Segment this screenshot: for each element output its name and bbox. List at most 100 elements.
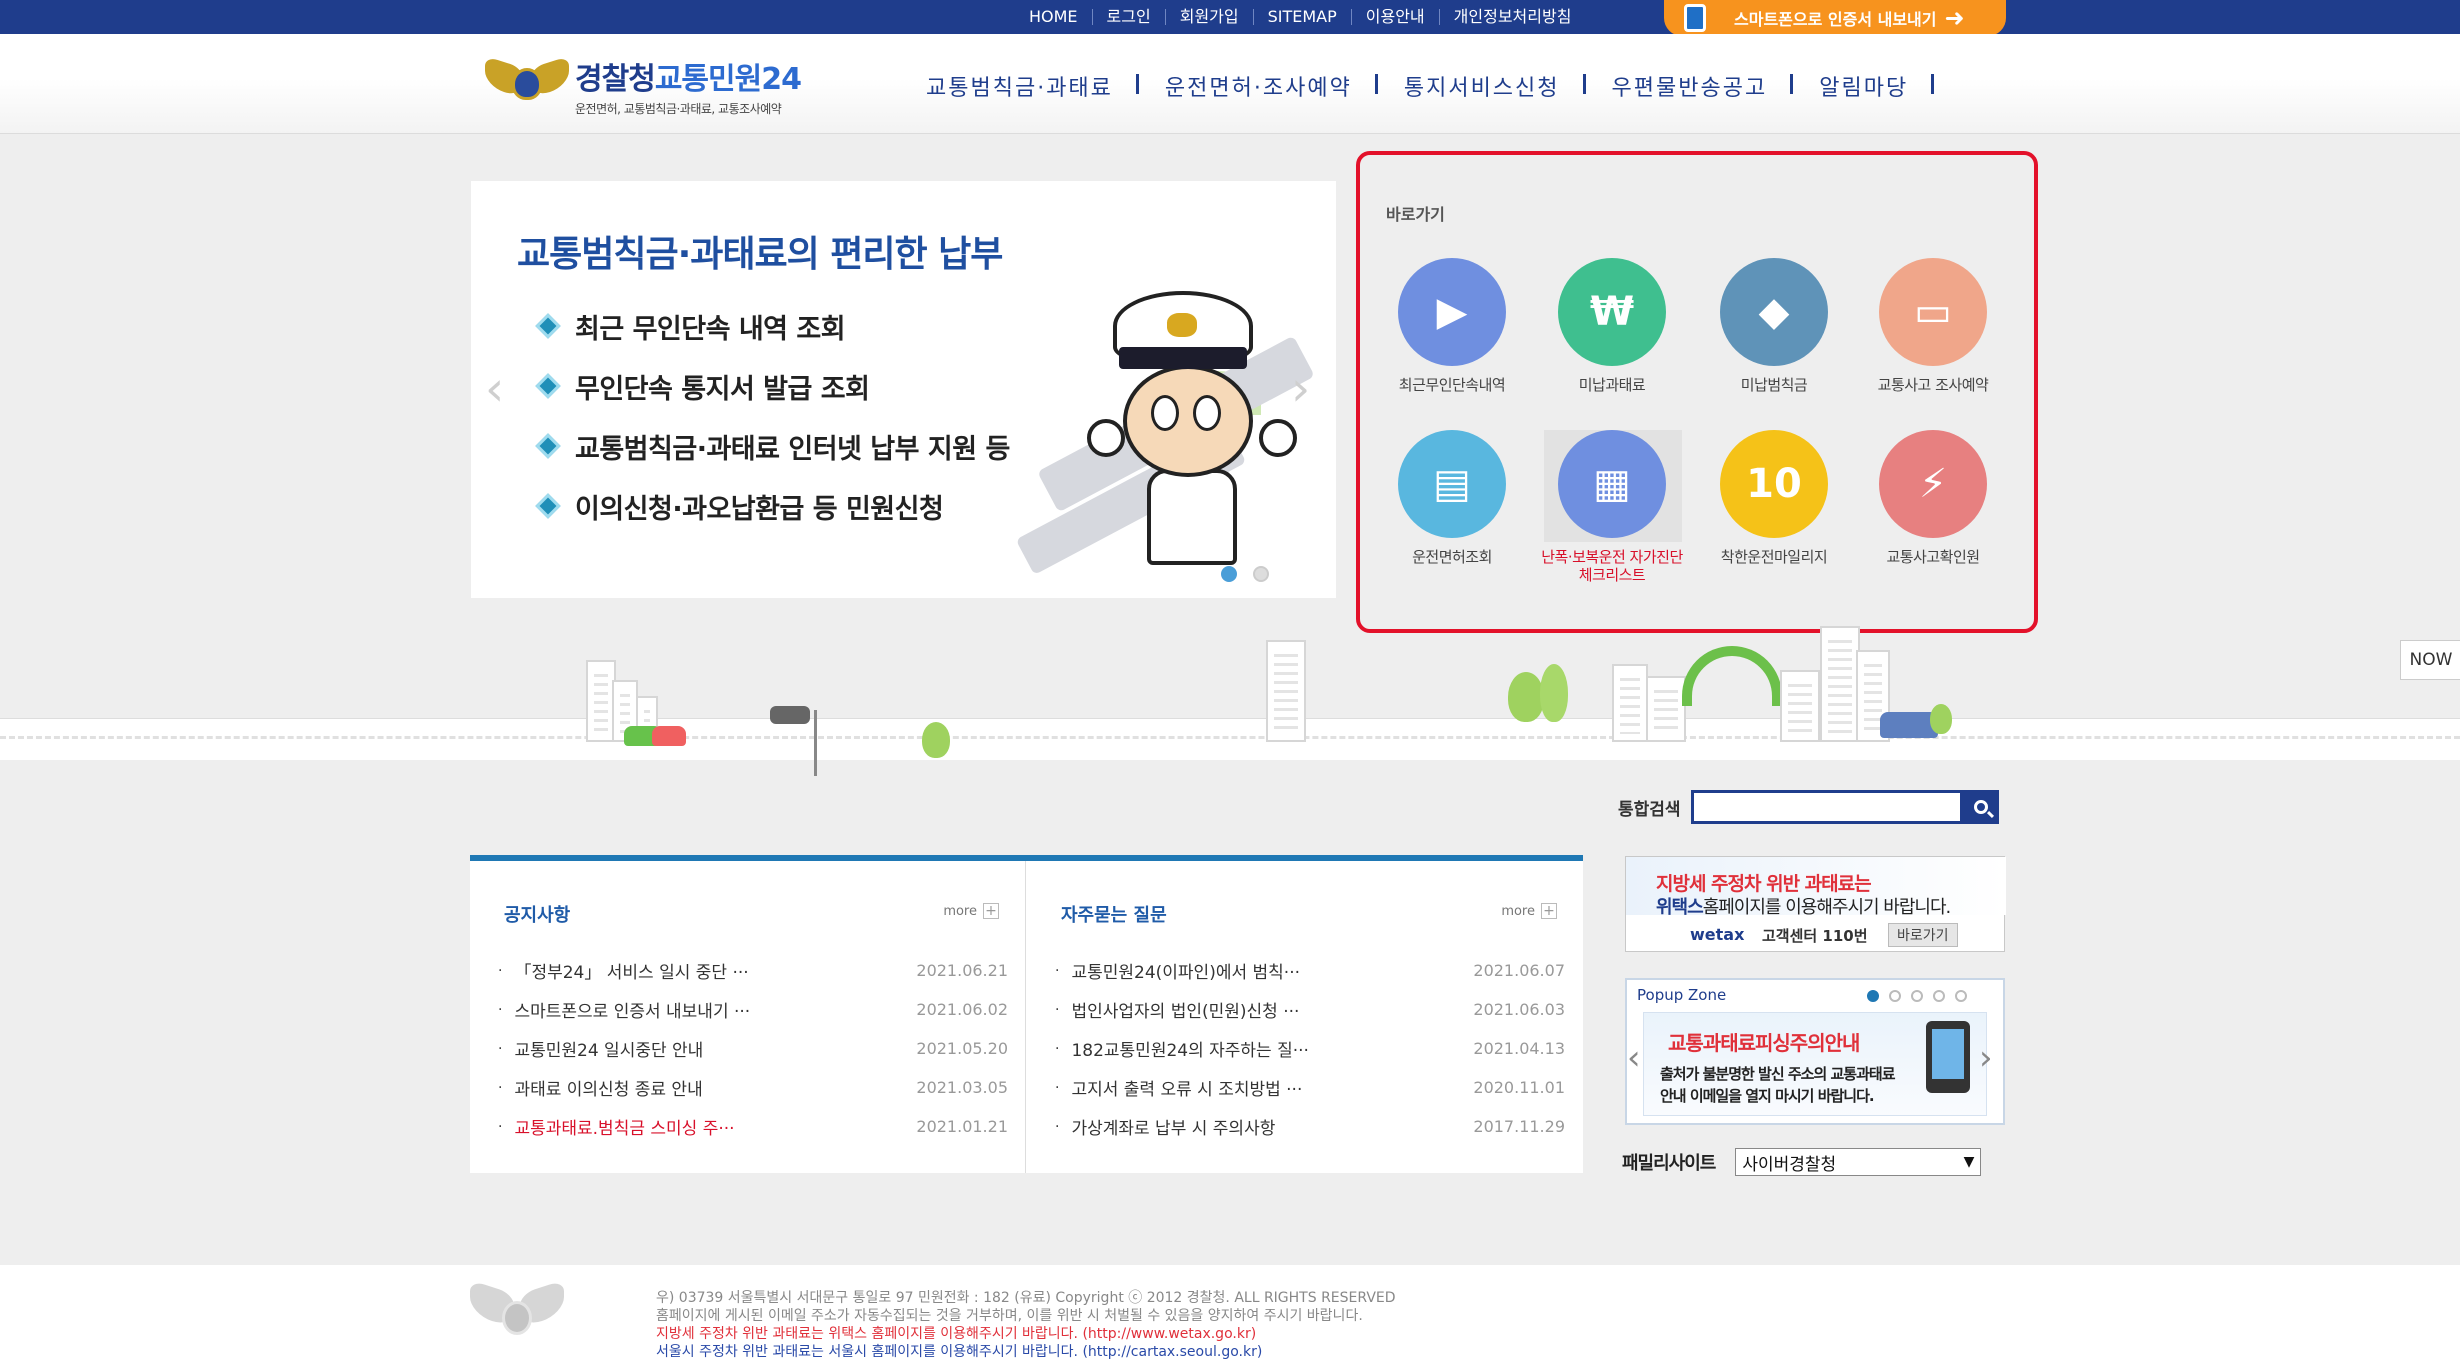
now-side-tab[interactable]: NOW: [2400, 640, 2460, 680]
quick-recent-enforcement[interactable]: ▶ 최근무인단속내역: [1377, 258, 1527, 394]
plus-icon: +: [1541, 903, 1557, 919]
quick-good-driving-mileage[interactable]: 10 착한운전마일리지: [1699, 430, 1849, 566]
site-logo[interactable]: 경찰청교통민원24 운전면허, 교통범칙금·과태료, 교통조사예약: [485, 54, 802, 117]
list-item-title[interactable]: 고지서 출력 오류 시 조치방법 ···: [1071, 1075, 1465, 1100]
list-item-title[interactable]: 교통민원24(이파인)에서 범칙···: [1071, 958, 1465, 983]
faq-more-button[interactable]: more +: [1501, 903, 1557, 919]
family-sites-select[interactable]: 사이버경찰청 ▼: [1735, 1148, 1982, 1176]
diamond-bullet-icon: [535, 433, 561, 459]
gnb-license[interactable]: 운전면허·조사예약: [1139, 70, 1378, 102]
list-item-title[interactable]: 182교통민원24의 자주하는 질···: [1071, 1036, 1465, 1061]
logo-subtitle: 운전면허, 교통범칙금·과태료, 교통조사예약: [575, 102, 782, 116]
popup-next-arrow-icon[interactable]: ›: [1979, 1038, 1993, 1078]
wetax-go-button[interactable]: 바로가기: [1888, 923, 1958, 947]
gnb-fines[interactable]: 교통범칙금·과태료: [900, 70, 1139, 102]
integrated-search: 통합검색: [1618, 790, 1999, 824]
smartphone-certificate-export-button[interactable]: 스마트폰으로 인증서 내보내기 ➜: [1664, 0, 2006, 36]
search-button[interactable]: [1962, 790, 1999, 824]
gnb-notice[interactable]: 알림마당: [1793, 70, 1935, 102]
list-item[interactable]: · 스마트폰으로 인증서 내보내기 ··· 2021.06.02: [498, 990, 1008, 1029]
wetax-banner[interactable]: 지방세 주정차 위반 과태료는 위택스홈페이지를 이용해주시기 바랍니다. we…: [1625, 856, 2006, 952]
popup-dot[interactable]: [1867, 990, 1879, 1002]
popup-dot[interactable]: [1889, 990, 1901, 1002]
list-item[interactable]: · 182교통민원24의 자주하는 질··· 2021.04.13: [1055, 1029, 1565, 1068]
police-mascot-illustration: [1087, 291, 1301, 571]
list-item-title[interactable]: 스마트폰으로 인증서 내보내기 ···: [514, 997, 908, 1022]
list-item-title[interactable]: 교통과태료.범칙금 스미싱 주···: [514, 1114, 908, 1139]
logo-title: 경찰청교통민원24: [575, 62, 802, 97]
slide-dot-1[interactable]: [1221, 566, 1237, 582]
list-item[interactable]: · 가상계좌로 납부 시 주의사항 2017.11.29: [1055, 1107, 1565, 1146]
top-link-home[interactable]: HOME: [1015, 9, 1092, 25]
footer-wetax-notice: 지방세 주정차 위반 과태료는 위택스 홈페이지를 이용해주시기 바랍니다. (…: [656, 1326, 1257, 1342]
banner-feature-item: 최근 무인단속 내역 조회: [535, 296, 1010, 356]
top-link-sitemap[interactable]: SITEMAP: [1252, 9, 1351, 25]
top-link-privacy[interactable]: 개인정보처리방침: [1438, 9, 1586, 25]
quick-links-title: 바로가기: [1386, 205, 1445, 224]
quick-unpaid-fine[interactable]: ₩ 미납과태료: [1537, 258, 1687, 394]
list-item-date: 2021.01.21: [916, 1117, 1008, 1136]
slide-next-arrow-icon[interactable]: ›: [1291, 361, 1310, 417]
popup-dot[interactable]: [1933, 990, 1945, 1002]
bullet-icon: ·: [498, 1079, 503, 1096]
list-item[interactable]: · 고지서 출력 오류 시 조치방법 ··· 2020.11.01: [1055, 1068, 1565, 1107]
quick-unpaid-penalty[interactable]: ◆ 미납범칙금: [1699, 258, 1849, 394]
faq-list: · 교통민원24(이파인)에서 범칙··· 2021.06.07 · 법인사업자의 법인…: [1055, 951, 1565, 1146]
slide-prev-arrow-icon[interactable]: ‹: [485, 361, 504, 417]
top-link-signup[interactable]: 회원가입: [1164, 9, 1253, 25]
faq-board: 자주묻는 질문 more + · 교통민원24(이파인)에서 범칙··· 2021.0…: [1027, 861, 1583, 1173]
main-banner: 교통범칙금·과태료의 편리한 납부 최근 무인단속 내역 조회 무인단속 통지서…: [471, 181, 1336, 598]
site-header: 경찰청교통민원24 운전면허, 교통범칙금·과태료, 교통조사예약 교통범칙금·…: [0, 34, 2460, 134]
popup-prev-arrow-icon[interactable]: ‹: [1627, 1038, 1641, 1078]
faq-board-title[interactable]: 자주묻는 질문: [1061, 901, 1167, 927]
notice-list: · 「정부24」 서비스 일시 중단 ··· 2021.06.21 · 스마트폰으로 인…: [498, 951, 1008, 1146]
list-item[interactable]: · 「정부24」 서비스 일시 중단 ··· 2021.06.21: [498, 951, 1008, 990]
list-item[interactable]: · 교통과태료.범칙금 스미싱 주··· 2021.01.21: [498, 1107, 1008, 1146]
list-item-title[interactable]: 「정부24」 서비스 일시 중단 ···: [514, 958, 908, 983]
banner-title: 교통범칙금·과태료의 편리한 납부: [517, 234, 1003, 275]
popup-dot[interactable]: [1955, 990, 1967, 1002]
notice-board-title[interactable]: 공지사항: [504, 901, 570, 927]
search-input[interactable]: [1690, 790, 1963, 824]
notice-more-button[interactable]: more +: [943, 903, 999, 919]
quick-reckless-driving-checklist[interactable]: ▦ 난폭·보복운전 자가진단 체크리스트: [1537, 430, 1687, 584]
family-sites: 패밀리사이트 사이버경찰청 ▼: [1622, 1148, 1982, 1176]
popup-dot[interactable]: [1911, 990, 1923, 1002]
wetax-line1: 지방세 주정차 위반 과태료는: [1656, 873, 1872, 895]
list-item-date: 2021.06.07: [1473, 961, 1565, 980]
diamond-bullet-icon: [535, 373, 561, 399]
license-card-icon: ▤: [1398, 430, 1506, 538]
gnb-notification[interactable]: 통지서비스신청: [1378, 70, 1586, 102]
list-item-date: 2021.06.02: [916, 1000, 1008, 1019]
top-link-login[interactable]: 로그인: [1091, 9, 1165, 25]
popup-slide[interactable]: 교통과태료피싱주의안내 출처가 불분명한 발신 주소의 교통과태료 안내 이메일…: [1643, 1012, 1987, 1116]
list-item[interactable]: · 교통민원24(이파인)에서 범칙··· 2021.06.07: [1055, 951, 1565, 990]
list-item[interactable]: · 법인사업자의 법인(민원)신청 ··· 2021.06.03: [1055, 990, 1565, 1029]
list-item-date: 2017.11.29: [1473, 1117, 1565, 1136]
quick-item-label: 난폭·보복운전 자가진단 체크리스트: [1541, 548, 1683, 584]
slide-dot-2[interactable]: [1253, 566, 1269, 582]
quick-accident-certificate[interactable]: ⚡ 교통사고확인원: [1858, 430, 2008, 566]
quick-license-inquiry[interactable]: ▤ 운전면허조회: [1377, 430, 1527, 566]
quick-item-label: 최근무인단속내역: [1398, 376, 1506, 394]
list-item-title[interactable]: 교통민원24 일시중단 안내: [514, 1036, 908, 1061]
quick-item-label: 운전면허조회: [1412, 548, 1492, 566]
wetax-call-center: 고객센터 110번: [1762, 927, 1868, 945]
footer-police-emblem-icon: [470, 1279, 564, 1339]
gnb-returned-mail[interactable]: 우편물반송공고: [1586, 70, 1794, 102]
list-item[interactable]: · 교통민원24 일시중단 안내 2021.05.20: [498, 1029, 1008, 1068]
bullet-icon: ·: [498, 1118, 503, 1135]
top-link-guide[interactable]: 이용안내: [1350, 9, 1439, 25]
quick-accident-reservation[interactable]: ▭ 교통사고 조사예약: [1858, 258, 2008, 394]
list-item-title[interactable]: 가상계좌로 납부 시 주의사항: [1071, 1114, 1465, 1139]
popup-zone: Popup Zone 교통과태료피싱주의안내 출처가 불분명한 발신 주소의 교…: [1625, 978, 2005, 1125]
banner-feature-list: 최근 무인단속 내역 조회 무인단속 통지서 발급 조회 교통범칙금·과태료 인…: [535, 296, 1010, 536]
footer-address: 우) 03739 서울특별시 서대문구 통일로 97 민원전화 : 182 (유…: [656, 1290, 1396, 1306]
list-item-title[interactable]: 과태료 이의신청 종료 안내: [514, 1075, 908, 1100]
bullet-icon: ·: [498, 1001, 503, 1018]
list-item-date: 2021.06.21: [916, 961, 1008, 980]
list-item[interactable]: · 과태료 이의신청 종료 안내 2021.03.05: [498, 1068, 1008, 1107]
list-item-title[interactable]: 법인사업자의 법인(민원)신청 ···: [1071, 997, 1465, 1022]
popup-subtext-1: 출처가 불분명한 발신 주소의 교통과태료: [1660, 1065, 1895, 1083]
diamond-bullet-icon: [535, 493, 561, 519]
